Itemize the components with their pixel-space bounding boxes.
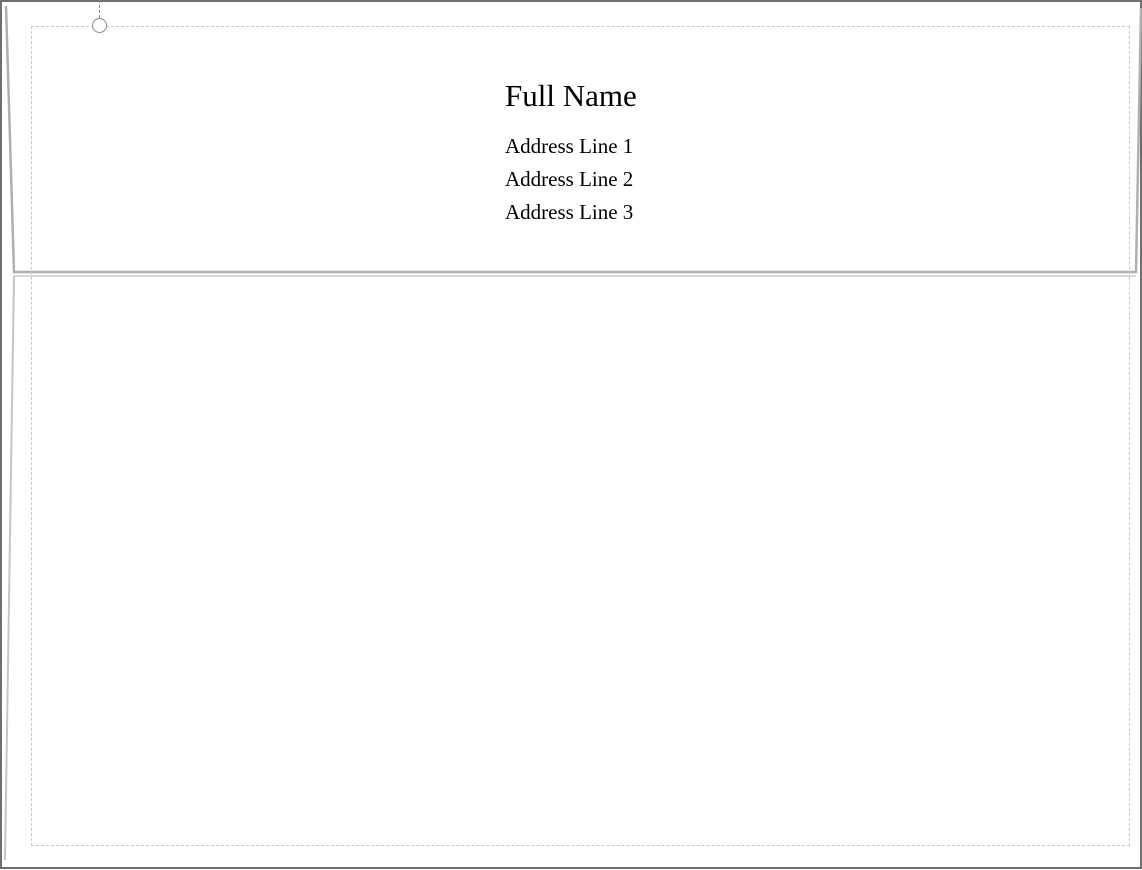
envelope-canvas: Full Name Address Line 1 Address Line 2 … [0, 0, 1142, 870]
recipient-full-name[interactable]: Full Name [505, 78, 637, 114]
address-line-2[interactable]: Address Line 2 [505, 163, 637, 196]
envelope-left-wedge [4, 275, 15, 861]
recipient-address-block[interactable]: Full Name Address Line 1 Address Line 2 … [505, 78, 637, 229]
rotate-handle-icon[interactable] [92, 18, 107, 33]
address-line-3[interactable]: Address Line 3 [505, 196, 637, 229]
rotate-handle-stem [99, 0, 100, 18]
address-line-1[interactable]: Address Line 1 [505, 130, 637, 163]
